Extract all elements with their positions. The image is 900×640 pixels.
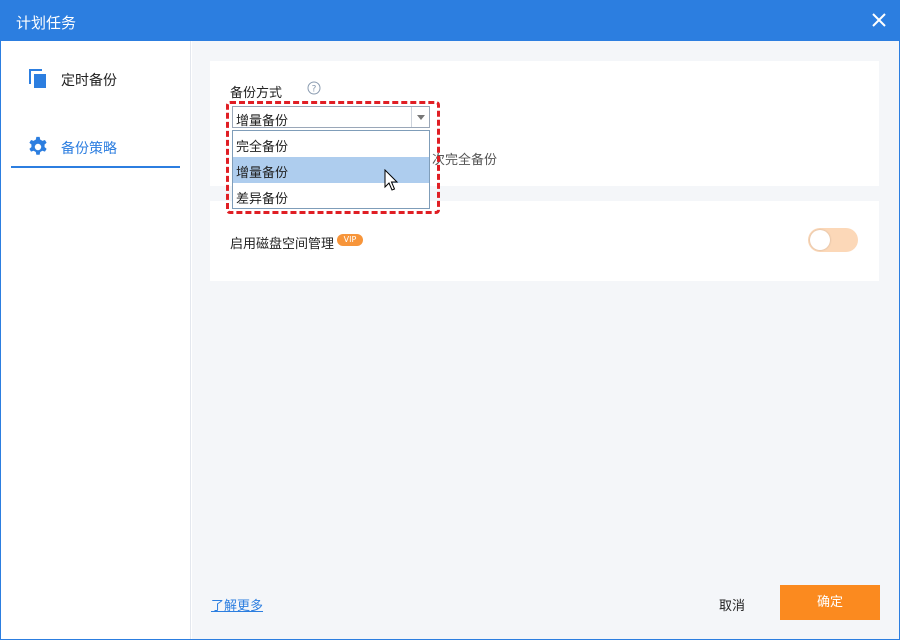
backup-method-label: 备份方式 [230, 86, 283, 101]
option-full-backup[interactable]: 完全备份 [233, 131, 429, 157]
backup-method-hint: 次完全备份 [432, 153, 498, 168]
ok-button[interactable]: 确定 [780, 585, 880, 620]
sidebar-item-backup-strategy[interactable]: 备份策略 [11, 124, 180, 168]
learn-more-link[interactable]: 了解更多 [211, 595, 263, 614]
sidebar: 定时备份 备份策略 [1, 41, 191, 639]
backup-method-select[interactable]: 增量备份 [232, 106, 430, 129]
window-title: 计划任务 [16, 14, 77, 32]
disk-space-card: 启用磁盘空间管理 VIP [210, 201, 879, 281]
select-value: 增量备份 [236, 114, 289, 129]
option-differential-backup[interactable]: 差异备份 [233, 183, 429, 209]
sidebar-item-label: 备份策略 [61, 141, 117, 157]
select-arrow-button[interactable] [411, 107, 429, 127]
sidebar-item-scheduled-backup[interactable]: 定时备份 [11, 56, 180, 100]
copy-icon [29, 69, 46, 88]
gear-icon [29, 136, 47, 155]
disk-space-toggle[interactable] [808, 228, 858, 252]
disk-space-label: 启用磁盘空间管理 [230, 237, 335, 252]
toggle-knob [810, 230, 830, 250]
dialog-window: 计划任务 定时备份 备份策略 备份方式 ? 启用磁盘空间管理 VIP 了解更多 … [0, 0, 900, 640]
chevron-down-icon [417, 115, 425, 120]
cancel-button[interactable]: 取消 [719, 595, 745, 614]
option-incremental-backup[interactable]: 增量备份 [233, 157, 429, 183]
vip-badge: VIP [337, 234, 363, 246]
title-bar: 计划任务 [1, 1, 899, 41]
sidebar-item-label: 定时备份 [61, 73, 117, 89]
help-icon[interactable]: ? [307, 81, 321, 95]
svg-text:?: ? [312, 85, 317, 95]
close-icon[interactable] [869, 10, 889, 30]
backup-method-dropdown: 完全备份 增量备份 差异备份 [232, 130, 430, 209]
